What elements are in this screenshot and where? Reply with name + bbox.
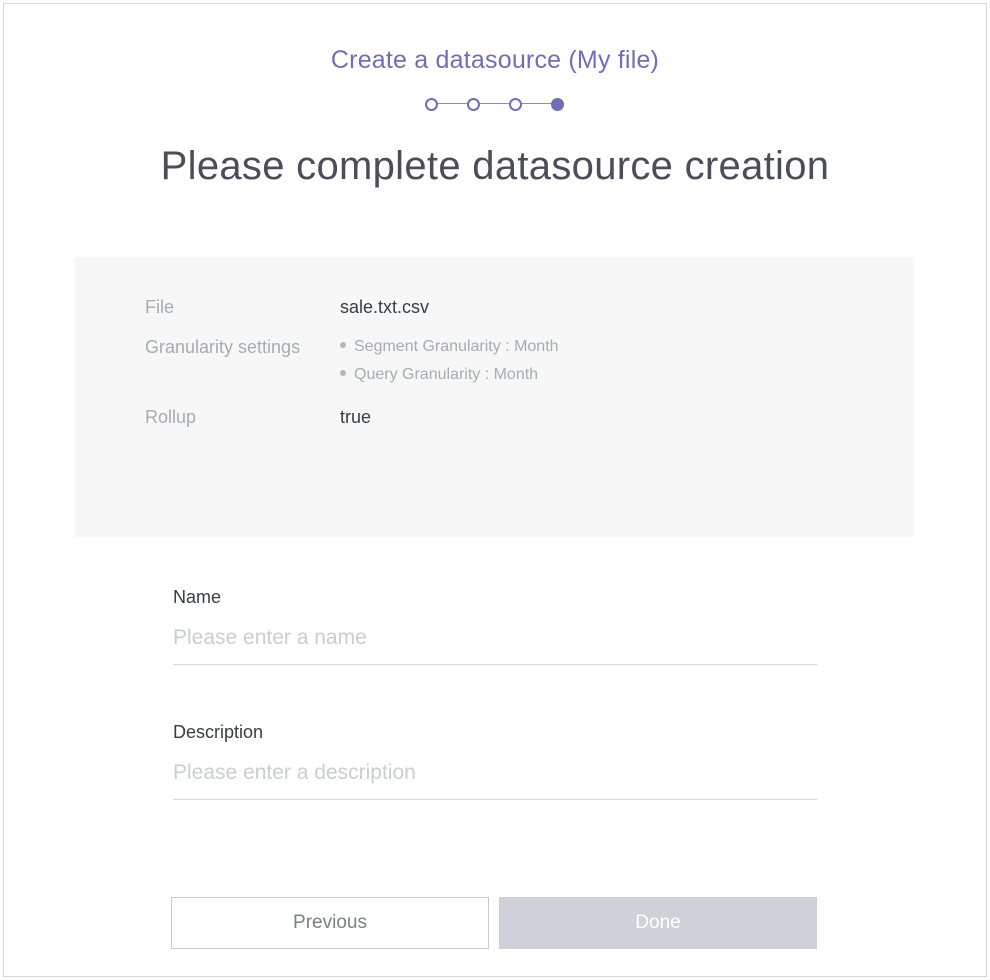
previous-button[interactable]: Previous — [171, 897, 489, 949]
step-2-dot — [467, 98, 480, 111]
rollup-value: true — [340, 407, 372, 427]
file-value: sale.txt.csv — [340, 297, 430, 317]
description-label: Description — [173, 722, 264, 742]
file-label: File — [145, 297, 175, 317]
create-datasource-dialog: Create a datasource (My file) Please com… — [3, 3, 987, 977]
query-granularity-item: Query Granularity : Month — [340, 361, 559, 389]
dialog-title: Create a datasource (My file) — [330, 46, 660, 74]
step-3-dot — [509, 98, 522, 111]
description-field-group: Description — [173, 722, 817, 800]
done-button[interactable]: Done — [499, 897, 817, 949]
datasource-summary-panel: File sale.txt.csv Granularity settings S… — [75, 257, 914, 537]
name-input[interactable] — [173, 624, 817, 665]
name-label: Name — [173, 587, 222, 607]
description-input[interactable] — [173, 759, 817, 800]
step-connector-line — [434, 103, 560, 104]
segment-granularity-item: Segment Granularity : Month — [340, 333, 559, 361]
granularity-list: Segment Granularity : Month Query Granul… — [340, 333, 559, 389]
rollup-label: Rollup — [145, 407, 197, 427]
granularity-label: Granularity settings — [145, 337, 301, 357]
step-4-dot-active — [551, 98, 564, 111]
page-title: Please complete datasource creation — [160, 144, 830, 188]
name-field-group: Name — [173, 587, 817, 665]
step-1-dot — [425, 98, 438, 111]
step-indicator — [425, 95, 570, 113]
